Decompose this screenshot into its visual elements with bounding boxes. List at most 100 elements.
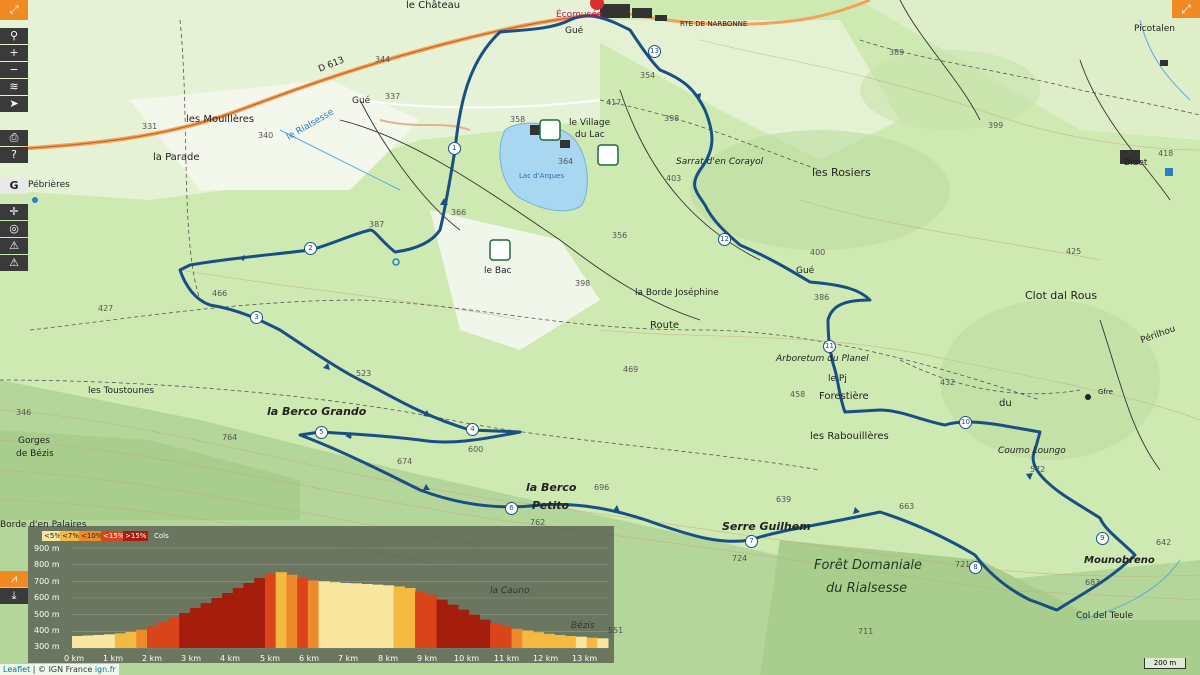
- altitude-label: 683: [1085, 578, 1101, 587]
- waypoint-marker[interactable]: 12: [718, 233, 731, 246]
- locate-icon[interactable]: ➤: [0, 96, 28, 112]
- place-la-parade: la Parade: [153, 152, 200, 163]
- waypoint-marker[interactable]: 11: [823, 340, 836, 353]
- place-clot-dal-rous: Clot dal Rous: [1025, 289, 1098, 302]
- place-la-borde: la Borde Joséphine: [635, 288, 719, 298]
- place-mounobreno: Mounobreno: [1084, 555, 1155, 566]
- waypoint-marker[interactable]: 8: [969, 561, 982, 574]
- expand-icon[interactable]: ⤢: [0, 0, 28, 20]
- profile-bar: [350, 583, 362, 648]
- warning-icon[interactable]: ⚠: [0, 255, 28, 271]
- profile-bar: [104, 634, 116, 648]
- altitude-label: 427: [98, 304, 114, 313]
- place-foret-2: du Rialsesse: [826, 581, 908, 596]
- altitude-label: 398: [575, 279, 591, 288]
- profile-bar: [511, 628, 523, 648]
- elevation-profile[interactable]: <5% <7% <10% <15% >15% Cols 900 m 800 m …: [28, 526, 614, 663]
- profile-x-label: 7 km: [338, 654, 359, 663]
- profile-x-label: 8 km: [378, 654, 399, 663]
- profile-bar: [179, 613, 191, 648]
- place-picotalen: Picotalen: [1134, 24, 1175, 34]
- place-le-pj: le Pj: [828, 374, 847, 384]
- altitude-label: 354: [640, 71, 656, 80]
- place-village-du-lac-2: du Lac: [575, 130, 605, 140]
- altitude-label: 721: [955, 560, 971, 569]
- profile-bar: [479, 619, 491, 648]
- altitude-label: 337: [385, 92, 401, 101]
- altitude-label: 364: [558, 157, 574, 166]
- layers-icon[interactable]: ≋: [0, 79, 28, 95]
- place-le-bac: le Bac: [484, 266, 512, 276]
- place-coumo-loungo: Coumo Loungo: [998, 446, 1066, 456]
- altitude-label: 764: [222, 433, 238, 442]
- waypoint-marker[interactable]: 1: [448, 142, 461, 155]
- profile-bar: [200, 603, 212, 648]
- waypoint-marker[interactable]: 13: [648, 45, 661, 58]
- fullscreen-icon[interactable]: ⤢: [1172, 0, 1200, 18]
- profile-bar: [147, 626, 159, 648]
- profile-x-label: 0 km: [64, 654, 85, 663]
- place-la-berco-grando: la Berco Grando: [267, 405, 367, 418]
- zoom-out-icon[interactable]: −: [0, 62, 28, 78]
- profile-bar: [404, 588, 416, 648]
- profile-bar: [72, 636, 84, 648]
- download-icon[interactable]: ⤓: [0, 588, 28, 604]
- profile-bar: [586, 637, 598, 648]
- place-pebrieres: Pébrières: [28, 180, 70, 190]
- ign-link[interactable]: ign.fr: [95, 665, 116, 674]
- globe-icon[interactable]: ◎: [0, 221, 28, 237]
- compass-icon[interactable]: ✛: [0, 204, 28, 220]
- altitude-label: 356: [612, 231, 628, 240]
- waypoint-marker[interactable]: 2: [304, 242, 317, 255]
- altitude-label: 358: [510, 115, 526, 124]
- place-la-berco-2: Petito: [532, 499, 570, 512]
- road-narbonne: RTE DE NARBONNE: [680, 20, 748, 28]
- profile-x-label: 12 km: [533, 654, 559, 663]
- profile-bar: [500, 626, 513, 648]
- place-serre-guilhem: Serre Guilhem: [722, 520, 811, 533]
- place-gfre: Gfre: [1098, 388, 1113, 396]
- waypoint-marker[interactable]: 5: [315, 426, 328, 439]
- profile-bar: [361, 584, 373, 648]
- profile-bar: [565, 636, 577, 648]
- altitude-label: 466: [212, 289, 228, 298]
- place-la-cauno: la Cauno: [490, 586, 530, 596]
- profile-bar: [275, 572, 287, 648]
- profile-bar: [415, 591, 427, 648]
- place-gue3: Gué: [565, 26, 584, 36]
- waypoint-marker[interactable]: 9: [1096, 532, 1109, 545]
- zoom-in-icon[interactable]: +: [0, 45, 28, 61]
- waypoint-marker[interactable]: 10: [959, 416, 972, 429]
- print-icon[interactable]: ⎙: [0, 130, 28, 146]
- waypoint-marker[interactable]: 7: [745, 535, 758, 548]
- hiker-icon[interactable]: ⚠: [0, 238, 28, 254]
- waypoint-marker[interactable]: 6: [505, 502, 518, 515]
- waypoint-marker[interactable]: 4: [466, 423, 479, 436]
- place-arboretum: Arboretum du Planel: [776, 354, 869, 364]
- place-foret-1: Forêt Domaniale: [814, 558, 923, 573]
- search-icon[interactable]: ⚲: [0, 28, 28, 44]
- profile-x-label: 11 km: [494, 654, 520, 663]
- altitude-label: 458: [790, 390, 806, 399]
- map-attribution: Leaflet | © IGN France ign.fr: [0, 664, 119, 675]
- place-forestiere: Forestière: [819, 391, 869, 402]
- help-icon[interactable]: ?: [0, 147, 28, 163]
- leaflet-link[interactable]: Leaflet: [3, 665, 30, 674]
- profile-bar: [232, 588, 245, 648]
- profile-x-label: 13 km: [572, 654, 598, 663]
- chart-icon[interactable]: ⩘: [0, 571, 28, 587]
- profile-bar: [522, 630, 534, 648]
- profile-bar: [264, 573, 277, 648]
- place-village-du-lac-1: le Village: [569, 118, 611, 128]
- place-les-rabouilleres: les Rabouillères: [810, 431, 889, 442]
- scale-bar: 200 m: [1144, 658, 1186, 669]
- profile-bar: [436, 599, 448, 648]
- profile-bar: [382, 585, 395, 648]
- profile-bar: [114, 633, 127, 648]
- profile-bar: [82, 635, 94, 648]
- waypoint-marker[interactable]: 3: [250, 311, 263, 324]
- profile-bar: [136, 629, 148, 648]
- profile-x-label: 1 km: [103, 654, 124, 663]
- google-icon[interactable]: G: [0, 178, 28, 194]
- profile-bar: [189, 608, 202, 648]
